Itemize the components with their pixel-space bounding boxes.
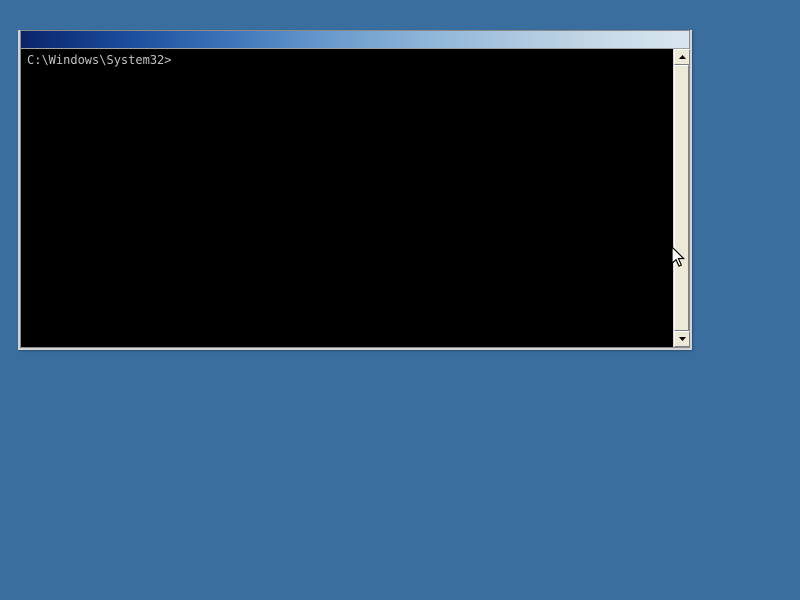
scroll-up-button[interactable]	[674, 49, 690, 65]
terminal-area[interactable]: C:\Windows\System32>	[21, 49, 673, 347]
scroll-down-button[interactable]	[674, 331, 690, 347]
command-prompt-window[interactable]: C:\Windows\System32>	[18, 30, 692, 350]
command-prompt-line: C:\Windows\System32>	[27, 53, 667, 67]
window-titlebar[interactable]	[20, 30, 690, 48]
chevron-up-icon	[679, 55, 686, 59]
vertical-scrollbar[interactable]	[673, 49, 689, 347]
scroll-track[interactable]	[674, 65, 689, 331]
window-body: C:\Windows\System32>	[20, 48, 690, 348]
chevron-down-icon	[679, 337, 686, 341]
scroll-thumb[interactable]	[674, 65, 689, 331]
